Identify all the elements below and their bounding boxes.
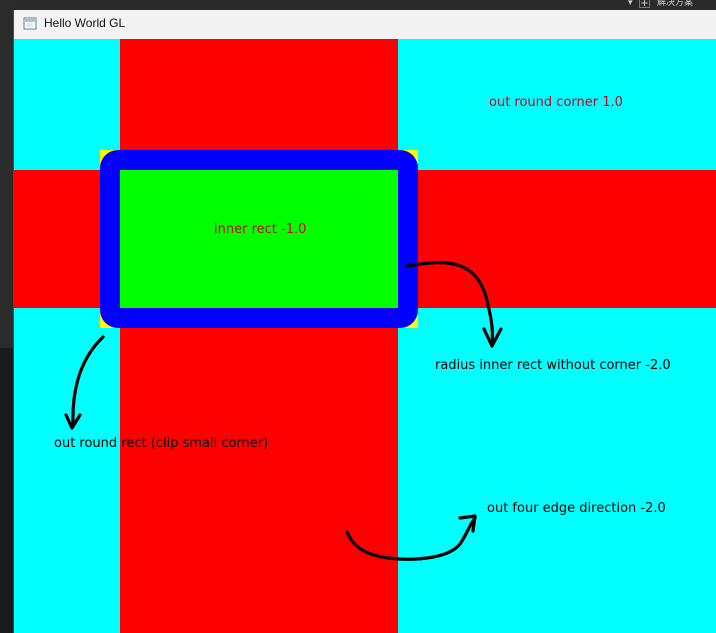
solution-label: 解决方案	[657, 0, 694, 8]
out-round-rect-label: out round rect (clip small corner)	[54, 436, 269, 451]
curved-arrow-icon	[482, 327, 503, 348]
window-icon	[23, 17, 37, 30]
green-inner-rectangle	[120, 170, 398, 308]
curved-arrow-icon	[458, 514, 477, 533]
curved-arrow-icon	[64, 413, 82, 430]
out-four-edge-label: out four edge direction -2.0	[487, 501, 666, 516]
window-titlebar[interactable]: Hello World GL	[14, 10, 716, 40]
window-title: Hello World GL	[44, 16, 126, 30]
background-toolbar-fragment: ▾ + 解决方案	[616, 0, 716, 10]
hello-world-gl-window[interactable]: Hello World GL out round corner 1.0 inne…	[14, 10, 716, 633]
plus-icon[interactable]: +	[639, 0, 650, 9]
curved-arrow-icon	[71, 335, 105, 426]
inner-rect-label: inner rect -1.0	[214, 222, 307, 237]
dropdown-arrow-icon[interactable]: ▾	[628, 0, 633, 8]
radius-inner-rect-label: radius inner rect without corner -2.0	[435, 358, 671, 373]
red-vertical-band	[120, 39, 398, 633]
background-left-panel	[0, 0, 14, 633]
desktop-background: ▾ + 解决方案 Hello World GL out round corner…	[0, 0, 716, 633]
gl-canvas[interactable]: out round corner 1.0 inner rect -1.0 rad…	[14, 39, 716, 633]
out-round-corner-label: out round corner 1.0	[489, 95, 623, 110]
